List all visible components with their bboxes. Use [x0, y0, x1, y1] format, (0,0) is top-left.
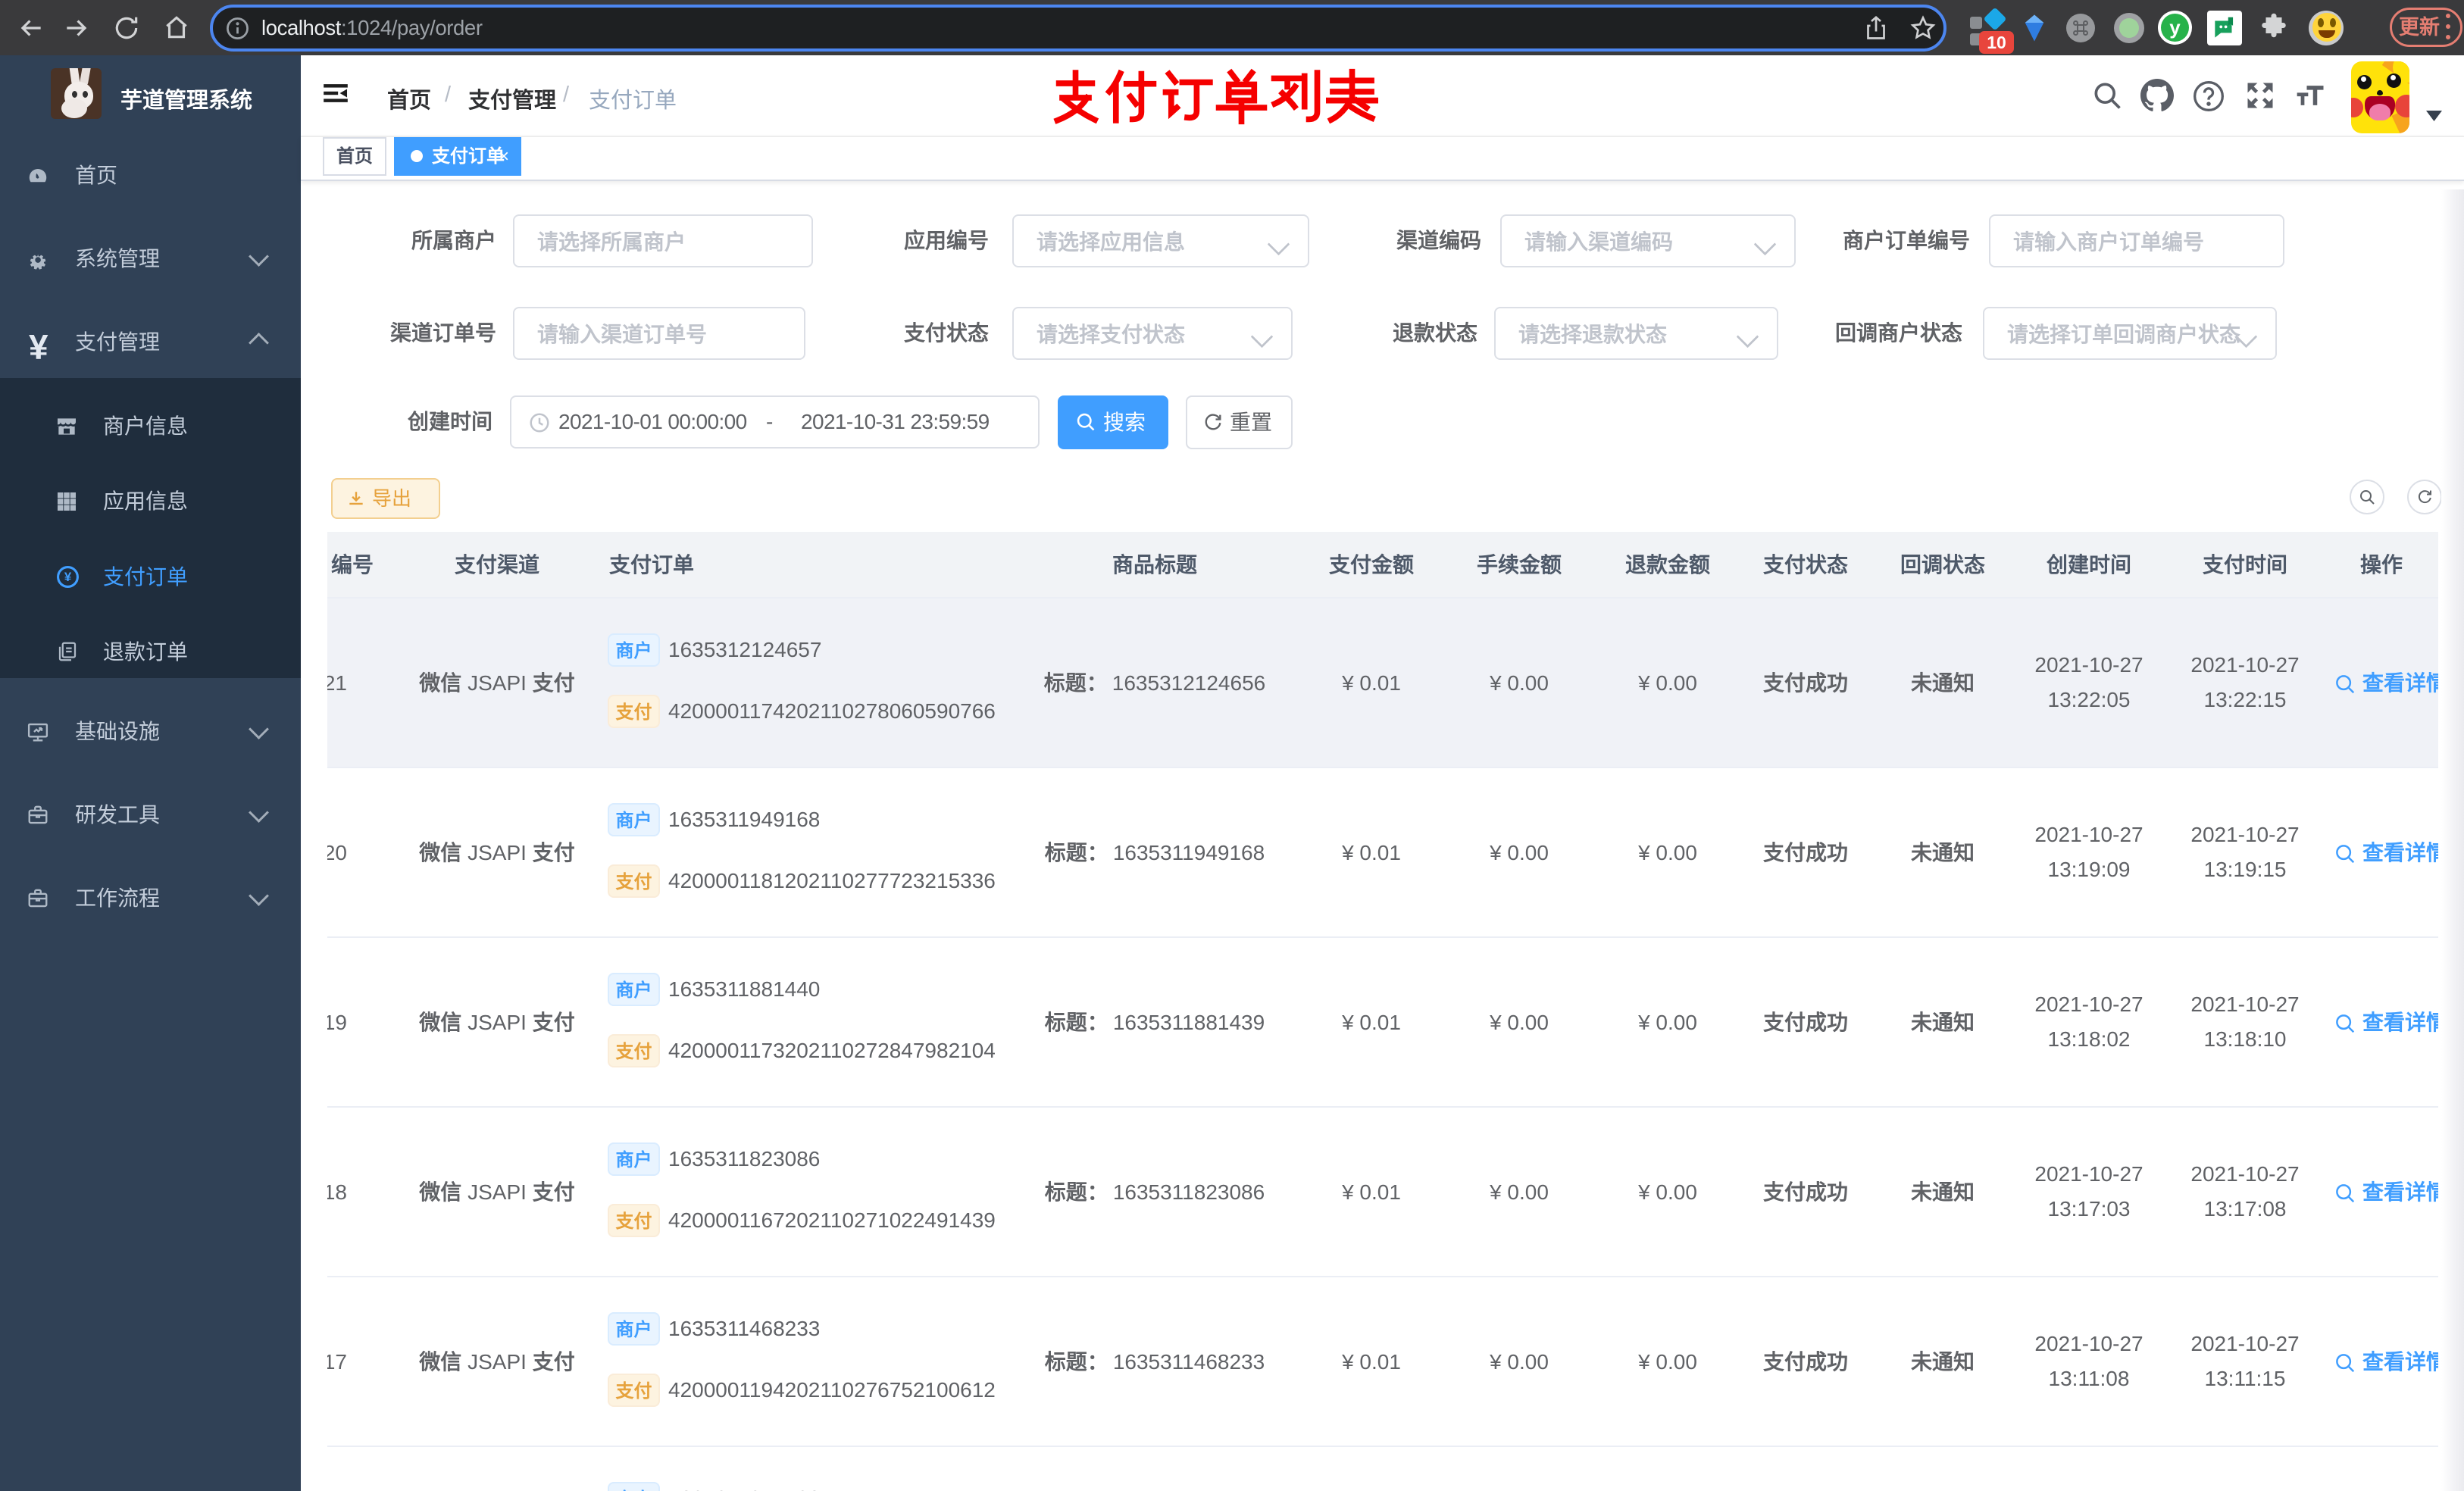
svg-text:¥: ¥ [64, 570, 72, 584]
